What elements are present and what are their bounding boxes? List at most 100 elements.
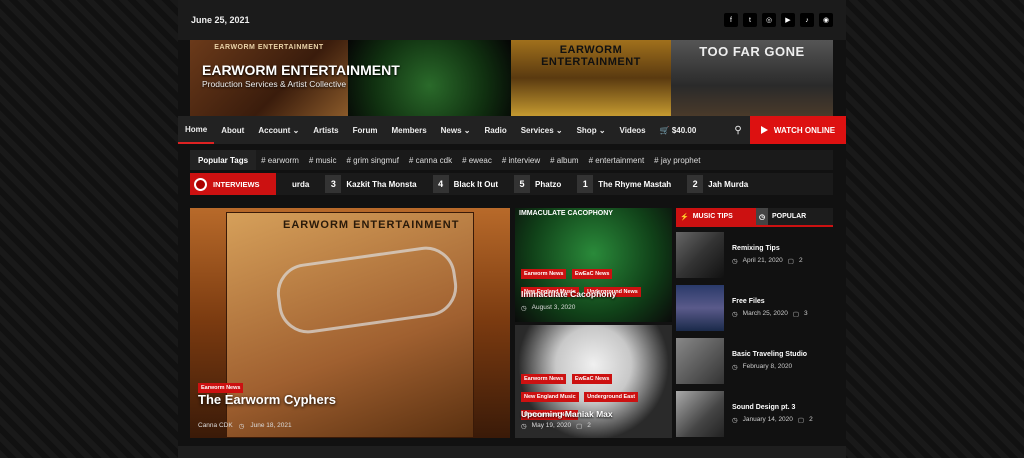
nav-label: Services [520,125,554,135]
chevron-down-icon: ⌄ [292,125,300,135]
ticker-item[interactable]: urda [292,180,309,189]
comment-icon: ▢ [792,310,799,318]
watch-online-button[interactable]: WATCH ONLINE [750,116,846,144]
post-card-title[interactable]: Immaculate Cacophony [521,289,616,299]
interviews-ticker: INTERVIEWS urda 3 Kazkit Tha Monsta 4 Blac… [190,173,833,195]
post-card-title[interactable]: Upcoming Maniak Max [521,409,613,419]
current-date: June 25, 2021 [191,15,250,25]
tag-link[interactable]: # earworm [256,156,304,165]
spotify-icon[interactable]: ◉ [819,13,833,27]
comment-icon: ▢ [797,416,805,424]
nav-label: Home [185,124,208,134]
category-badge[interactable]: Underground East [584,392,639,402]
twitter-icon[interactable]: t [743,13,757,27]
tag-link[interactable]: # canna cdk [404,156,457,165]
tag-link[interactable]: # jay prophet [649,156,705,165]
facebook-icon[interactable]: f [724,13,738,27]
tab-popular[interactable]: ◷ POPULAR [756,208,833,225]
clock-icon: ◷ [732,310,738,318]
sidebar-post-title[interactable]: Basic Traveling Studio [732,351,807,358]
sidebar-post-meta: ◷ April 21, 2020 ▢ 2 [732,257,803,265]
tag-link[interactable]: # interview [497,156,545,165]
nav-item-artists[interactable]: Artists [306,116,345,144]
post-card[interactable]: Earworm News EwEaC News New England Musi… [515,325,672,438]
ticker-item[interactable]: 4 Black It Out [432,175,498,193]
tag-text: music [315,155,337,165]
author-name[interactable]: Canna CDK [198,422,233,430]
search-icon[interactable]: ⚲ [726,125,750,136]
sidebar-post-info: Remixing Tips ◷ April 21, 2020 ▢ 2 [732,245,803,265]
youtube-icon[interactable]: ▶ [781,13,795,27]
ticker-item[interactable]: 5 Phatzo [514,175,561,193]
clock-icon: ◷ [521,305,527,312]
ticker-item[interactable]: 3 Kazkit Tha Monsta [325,175,417,193]
sidebar-post-title[interactable]: Sound Design pt. 3 [732,404,813,411]
post-card-meta: ◷ August 3, 2020 [521,304,575,312]
instagram-icon[interactable]: ◎ [762,13,776,27]
featured-post[interactable]: EARWORM ENTERTAINMENT Earworm News The E… [190,208,510,438]
post-thumbnail[interactable] [676,337,724,384]
site-tagline: Production Services & Artist Collective [202,79,347,89]
sidebar-post-info: Sound Design pt. 3 ◷ January 14, 2020 ▢ … [732,404,813,424]
post-thumbnail[interactable] [676,284,724,331]
nav-item-services[interactable]: Services ⌄ [514,116,570,144]
clock-icon: ◷ [732,416,738,424]
sidebar-post[interactable]: Sound Design pt. 3 ◷ January 14, 2020 ▢ … [676,388,833,439]
tag-link[interactable]: # music [304,156,342,165]
poster-graffiti [273,242,461,338]
ticker-item[interactable]: 2 Jah Murda [687,175,748,193]
site-title[interactable]: EARWORM ENTERTAINMENT [202,62,400,78]
nav-item-about[interactable]: About [214,116,251,144]
tag-link[interactable]: # album [545,156,583,165]
sidebar-tabs: ⚡ MUSIC TIPS ◷ POPULAR [676,208,833,225]
nav-item-home[interactable]: Home [178,116,215,144]
tag-link[interactable]: # grim singmuf [341,156,403,165]
sidebar-post-title[interactable]: Remixing Tips [732,245,803,252]
top-bar: June 25, 2021 f t ◎ ▶ ♪ ◉ [178,0,846,40]
nav-item-members[interactable]: Members [385,116,434,144]
featured-post-title[interactable]: The Earworm Cyphers [198,392,336,407]
nav-item-forum[interactable]: Forum [346,116,385,144]
ticker-item[interactable]: 1 The Rhyme Mastah [577,175,671,193]
category-badge[interactable]: Earworm News [521,374,567,384]
sidebar-post[interactable]: Basic Traveling Studio ◷ February 8, 202… [676,335,833,386]
post-date: May 19, 2020 [531,422,572,429]
post-thumbnail[interactable] [676,231,724,278]
sidebar-post[interactable]: Remixing Tips ◷ April 21, 2020 ▢ 2 [676,229,833,280]
nav-item-account[interactable]: Account ⌄ [251,116,306,144]
cart-button[interactable]: 🛒 $40.00 [653,116,704,144]
chevron-down-icon: ⌄ [463,125,471,135]
watch-online-label: WATCH ONLINE [773,125,836,135]
category-badge[interactable]: EwEaC News [571,374,613,384]
sidebar-post-title[interactable]: Free Files [732,298,808,305]
comment-icon: ▢ [576,423,583,430]
tiktok-icon[interactable]: ♪ [800,13,814,27]
banner-image: TOO FAR GONE [671,40,833,116]
nav-item-radio[interactable]: Radio [477,116,513,144]
nav-item-news[interactable]: News ⌄ [434,116,478,144]
banner-image: EARWORM ENTERTAINMENT [511,40,671,116]
ticker-label-text: INTERVIEWS [213,179,260,189]
sidebar-widget: ⚡ MUSIC TIPS ◷ POPULAR Remixing Tips ◷ A… [676,208,833,438]
comment-count: 2 [587,422,591,429]
category-badge[interactable]: New England Music [521,392,579,402]
tag-link[interactable]: # entertainment [584,156,650,165]
post-thumbnail[interactable] [676,390,724,437]
tag-link[interactable]: # eweac [457,156,497,165]
nav-item-shop[interactable]: Shop ⌄ [570,116,613,144]
tab-music-tips[interactable]: ⚡ MUSIC TIPS [676,208,756,225]
comment-count: 2 [798,256,803,264]
nav-item-videos[interactable]: Videos [613,116,653,144]
sidebar-post-meta: ◷ January 14, 2020 ▢ 2 [732,416,813,424]
social-links: f t ◎ ▶ ♪ ◉ [724,13,833,27]
post-card[interactable]: IMMACULATE CACOPHONY Earworm News EwEaC … [515,208,672,322]
sidebar-post-info: Free Files ◷ March 25, 2020 ▢ 3 [732,298,808,318]
post-date: February 8, 2020 [742,362,793,370]
category-badge[interactable]: Earworm News [521,269,567,279]
sidebar-post[interactable]: Free Files ◷ March 25, 2020 ▢ 3 [676,282,833,333]
tag-text: eweac [468,155,492,165]
banner-image-caption: TOO FAR GONE [699,44,805,59]
ticker-title: Kazkit Tha Monsta [346,179,417,189]
ticker-number: 5 [514,175,531,193]
category-badge[interactable]: EwEaC News [571,269,613,279]
